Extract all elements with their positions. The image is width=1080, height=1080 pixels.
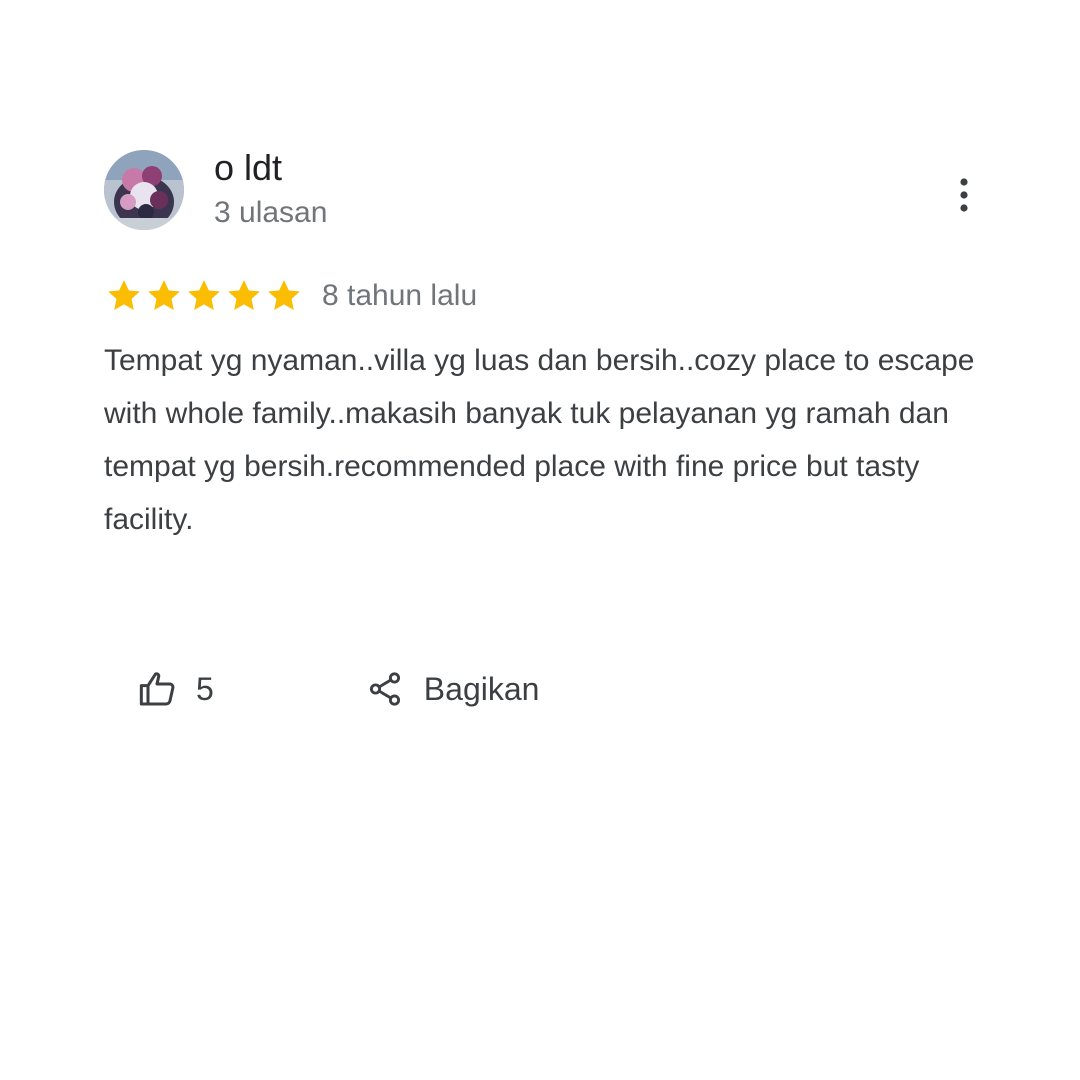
avatar[interactable] [104, 150, 184, 230]
reviewer-name[interactable]: o ldt [214, 146, 282, 190]
like-button[interactable]: 5 [120, 658, 230, 720]
avatar-photo [104, 150, 184, 230]
star-icon [188, 280, 220, 310]
more-vert-icon [960, 178, 968, 212]
star-icon [148, 280, 180, 310]
review-date: 8 tahun lalu [322, 279, 478, 312]
star-icon [108, 280, 140, 310]
share-button[interactable]: Bagikan [350, 658, 556, 720]
rating-row: 8 tahun lalu [104, 276, 477, 316]
review-text: Tempat yg nyaman..villa yg luas dan bers… [104, 344, 975, 536]
share-icon [369, 672, 400, 706]
thumbs-up-icon [139, 672, 175, 706]
share-label: Bagikan [423, 670, 540, 707]
review-card: o ldt 3 ulasan 8 tahun lalu Tempat yg ny… [0, 0, 1080, 1080]
more-options-button[interactable] [944, 172, 984, 218]
reviewer-review-count: 3 ulasan [214, 196, 328, 229]
review-actions: 5 Bagikan [120, 658, 555, 720]
star-icon [228, 280, 260, 310]
star-icon [268, 280, 300, 310]
like-count: 5 [196, 670, 214, 707]
star-rating [104, 276, 304, 316]
